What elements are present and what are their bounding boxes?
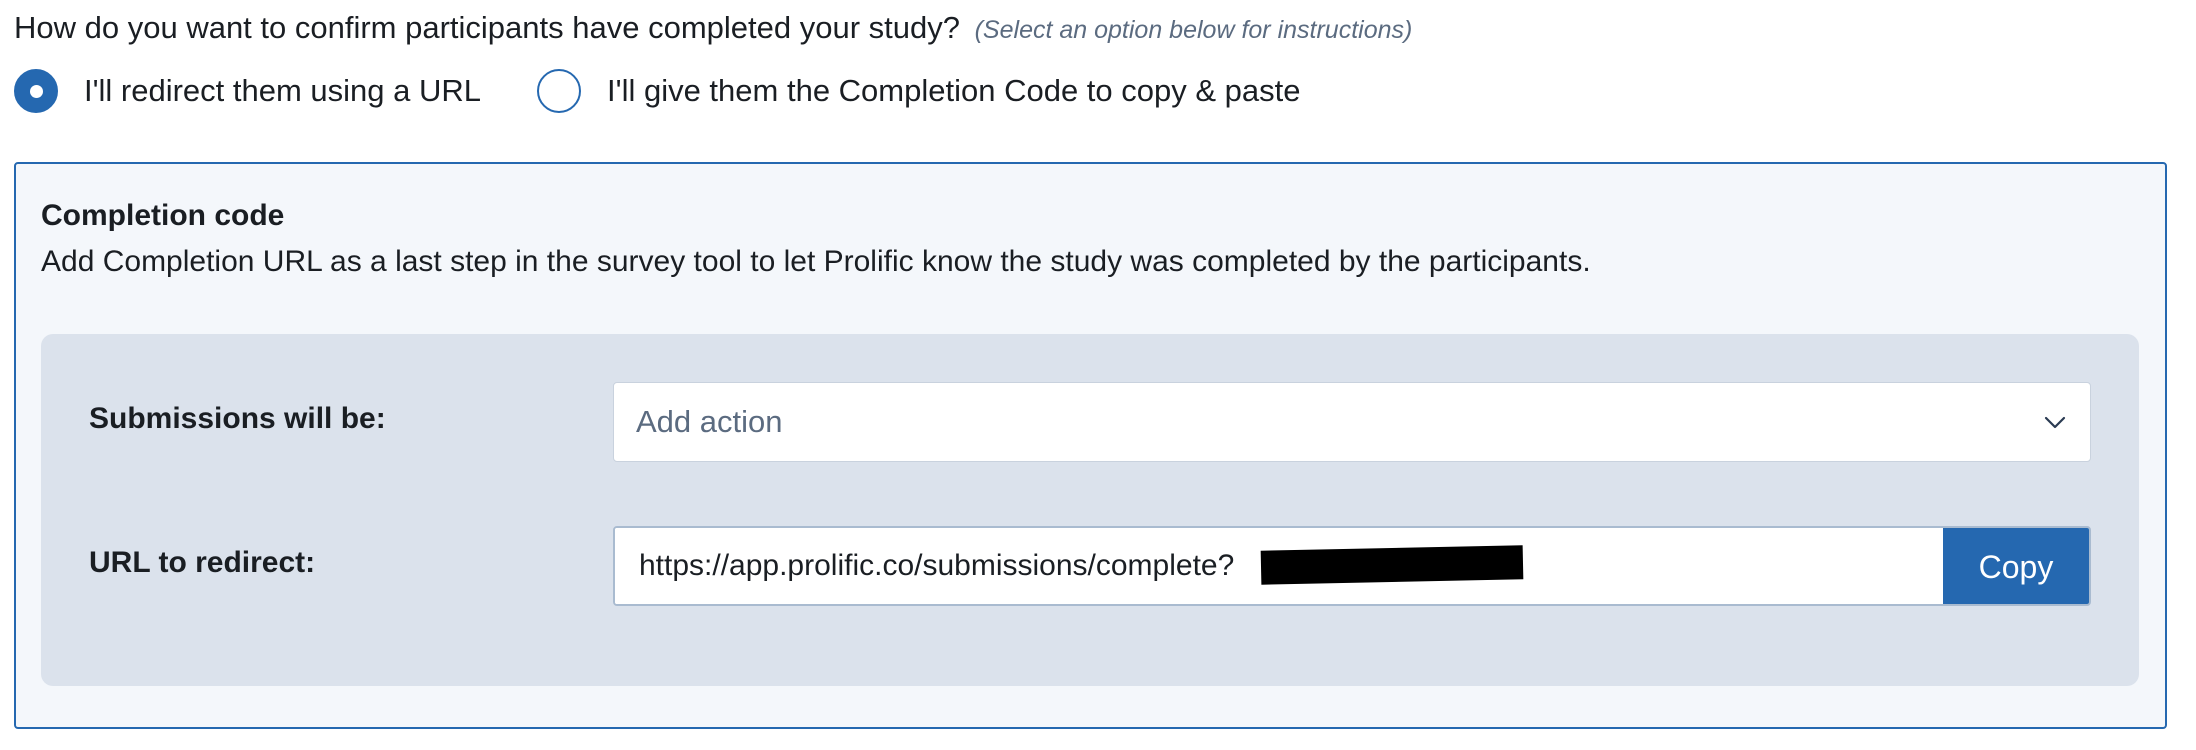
radio-label-completion-code[interactable]: I'll give them the Completion Code to co… bbox=[607, 73, 1300, 109]
url-input-group: Copy bbox=[613, 526, 2091, 606]
url-label: URL to redirect: bbox=[89, 546, 316, 579]
completion-question: How do you want to confirm participants … bbox=[14, 6, 1412, 52]
completion-method-radio-group: I'll redirect them using a URL I'll give… bbox=[14, 66, 1301, 116]
select-placeholder: Add action bbox=[636, 404, 783, 439]
submissions-action-select[interactable]: Add action bbox=[613, 382, 2091, 462]
question-text: How do you want to confirm participants … bbox=[14, 10, 960, 45]
redaction-bar bbox=[1260, 545, 1524, 585]
question-hint: (Select an option below for instructions… bbox=[974, 16, 1413, 44]
radio-option-completion-code[interactable]: I'll give them the Completion Code to co… bbox=[537, 69, 1301, 113]
panel-description: Add Completion URL as a last step in the… bbox=[41, 245, 1591, 278]
radio-label-redirect-url[interactable]: I'll redirect them using a URL bbox=[84, 73, 481, 109]
copy-button[interactable]: Copy bbox=[1943, 528, 2089, 604]
radio-selected-icon[interactable] bbox=[14, 69, 58, 113]
chevron-down-icon[interactable] bbox=[2042, 409, 2068, 435]
radio-option-redirect-url[interactable]: I'll redirect them using a URL bbox=[14, 69, 481, 113]
completion-code-panel: Completion code Add Completion URL as a … bbox=[14, 162, 2167, 729]
panel-title: Completion code bbox=[41, 199, 285, 232]
radio-unselected-icon[interactable] bbox=[537, 69, 582, 113]
completion-settings-box: Submissions will be: Add action URL to r… bbox=[41, 334, 2139, 686]
submissions-label: Submissions will be: bbox=[89, 402, 386, 435]
